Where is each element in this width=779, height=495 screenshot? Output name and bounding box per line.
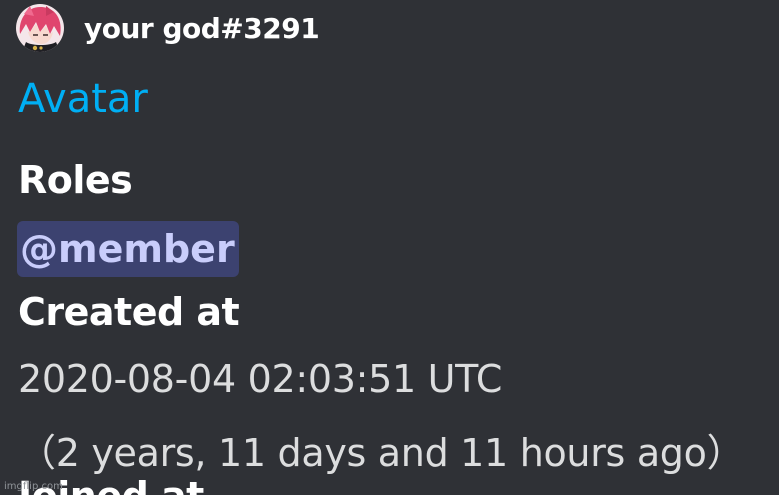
- avatar-link[interactable]: Avatar: [18, 76, 148, 122]
- author-name[interactable]: your god#3291: [84, 12, 320, 45]
- created-at-field-label: Created at: [18, 290, 240, 334]
- pink-haired-anime-avatar-icon: [16, 4, 64, 52]
- created-at-date: 2020-08-04 02:03:51 UTC: [18, 357, 503, 401]
- role-mention-member[interactable]: @member: [17, 221, 239, 277]
- created-at-relative-time: （2 years, 11 days and 11 hours ago）: [18, 431, 745, 475]
- roles-field-label: Roles: [18, 158, 133, 202]
- user-avatar[interactable]: [16, 4, 64, 52]
- embed-author: your god#3291: [16, 4, 320, 52]
- watermark: imgflip.com: [4, 481, 63, 492]
- user-info-embed: your god#3291 Avatar Roles @member Creat…: [0, 0, 779, 495]
